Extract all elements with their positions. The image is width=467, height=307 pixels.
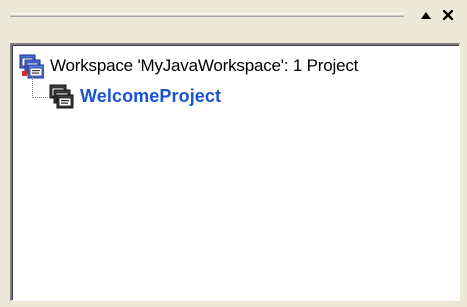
close-button[interactable]	[438, 5, 458, 25]
tree-connector-horizontal	[32, 97, 48, 98]
maximize-button[interactable]	[416, 5, 436, 25]
tree-item-workspace[interactable]: Workspace 'MyJavaWorkspace': 1 Project	[18, 53, 358, 79]
pane-grip-bar[interactable]	[10, 13, 404, 17]
grip-bar-inner-line	[10, 15, 404, 16]
workspace-pane: Workspace 'MyJavaWorkspace': 1 Project W…	[0, 0, 467, 307]
tree-item-project[interactable]: WelcomeProject	[48, 83, 221, 109]
triangle-up-icon	[421, 11, 431, 19]
workspace-tree[interactable]: Workspace 'MyJavaWorkspace': 1 Project W…	[10, 43, 460, 301]
tree-connector-vertical	[32, 77, 33, 98]
project-icon	[48, 83, 74, 109]
close-icon	[443, 10, 453, 20]
workspace-icon	[18, 53, 44, 79]
workspace-label: Workspace 'MyJavaWorkspace': 1 Project	[50, 56, 359, 75]
project-label: WelcomeProject	[80, 85, 222, 106]
